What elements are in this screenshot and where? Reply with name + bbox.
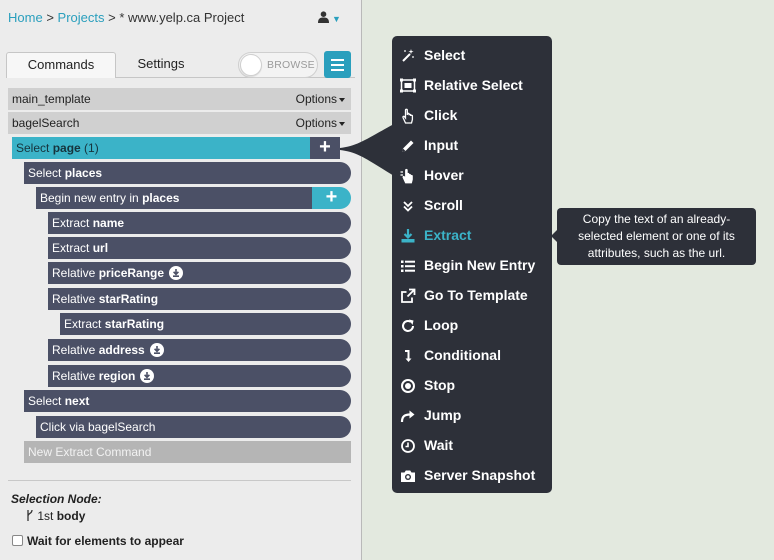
menu-item-jump[interactable]: Jump	[400, 405, 550, 425]
menu-item-conditional[interactable]: Conditional	[400, 345, 550, 365]
command-begin-entry[interactable]: Begin new entry in places	[36, 187, 322, 209]
command-select-places[interactable]: Select places	[24, 162, 351, 184]
selection-node-value: 1st body	[26, 509, 85, 523]
menu-item-go-to-template[interactable]: Go To Template	[400, 285, 550, 305]
wait-checkbox[interactable]	[12, 535, 23, 546]
relative-select-icon	[400, 78, 416, 93]
menu-item-stop[interactable]: Stop	[400, 375, 550, 395]
stop-icon	[401, 379, 415, 393]
command-select-page[interactable]: Select page (1)	[12, 137, 310, 159]
breadcrumb-separator: >	[108, 10, 116, 25]
divider	[8, 480, 351, 481]
command-relative-address[interactable]: Relative address	[48, 339, 351, 361]
command-type-menu: Select Relative Select Click Input Hover…	[392, 36, 552, 493]
selection-node-title: Selection Node:	[11, 492, 102, 506]
template-row[interactable]: main_template Options	[8, 88, 351, 110]
menu-item-begin-new-entry[interactable]: Begin New Entry	[400, 255, 550, 275]
list-icon	[401, 260, 415, 272]
double-chevron-down-icon	[403, 201, 413, 212]
loop-icon	[402, 319, 414, 332]
popup-connector	[340, 124, 394, 176]
hamburger-icon	[331, 59, 344, 61]
template-name: bagelSearch	[12, 116, 80, 130]
browse-toggle[interactable]: BROWSE	[238, 52, 318, 78]
menu-item-input[interactable]: Input	[400, 135, 550, 155]
node-branch-icon	[27, 509, 33, 521]
download-badge-icon[interactable]	[169, 266, 184, 280]
download-badge-icon[interactable]	[149, 343, 164, 357]
command-relative-pricerange[interactable]: Relative priceRange	[48, 262, 351, 284]
add-command-button[interactable]: +	[312, 187, 351, 209]
menu-item-scroll[interactable]: Scroll	[400, 195, 550, 215]
breadcrumb: Home > Projects > * www.yelp.ca Project	[8, 10, 244, 25]
camera-icon	[401, 470, 415, 482]
command-extract-name[interactable]: Extract name	[48, 212, 351, 234]
menu-item-wait[interactable]: Wait	[400, 435, 550, 455]
menu-item-select[interactable]: Select	[400, 45, 550, 65]
new-extract-command-placeholder[interactable]: New Extract Command	[24, 441, 351, 463]
share-arrow-icon	[400, 410, 415, 423]
external-link-icon	[401, 288, 416, 303]
command-click-via[interactable]: Click via bagelSearch	[36, 416, 351, 438]
menu-item-hover[interactable]: Hover	[400, 165, 550, 185]
template-name: main_template	[12, 92, 91, 106]
magic-wand-icon	[402, 49, 414, 62]
chevron-down-icon: ▼	[332, 14, 341, 24]
menu-item-click[interactable]: Click	[400, 105, 550, 125]
breadcrumb-separator: >	[46, 10, 54, 25]
wait-checkbox-label: Wait for elements to appear	[27, 534, 184, 548]
hamburger-menu-button[interactable]	[324, 51, 351, 78]
command-relative-starrating[interactable]: Relative starRating	[48, 288, 351, 310]
tab-settings[interactable]: Settings	[116, 52, 206, 78]
clock-icon	[401, 439, 415, 453]
download-badge-icon[interactable]	[140, 369, 155, 383]
download-icon	[401, 229, 415, 243]
template-row[interactable]: bagelSearch Options	[8, 112, 351, 134]
toggle-knob	[240, 54, 262, 76]
template-options-dropdown[interactable]: Options	[296, 88, 345, 110]
left-panel: Home > Projects > * www.yelp.ca Project …	[0, 0, 362, 560]
command-relative-region[interactable]: Relative region	[48, 365, 351, 387]
menu-item-extract[interactable]: Extract	[400, 225, 550, 245]
caret-down-icon	[339, 97, 345, 102]
menu-item-relative-select[interactable]: Relative Select	[400, 75, 550, 95]
tooltip-text: Copy the text of an already-selected ele…	[578, 212, 735, 260]
wait-for-elements-option[interactable]: Wait for elements to appear	[12, 534, 184, 548]
conditional-arrow-icon	[405, 350, 412, 362]
breadcrumb-project-title: * www.yelp.ca Project	[119, 10, 245, 25]
extract-tooltip: Copy the text of an already-selected ele…	[551, 208, 756, 265]
command-select-next[interactable]: Select next	[24, 390, 351, 412]
command-extract-starrating[interactable]: Extract starRating	[60, 313, 351, 335]
command-extract-url[interactable]: Extract url	[48, 237, 351, 259]
pointer-hand-icon	[402, 108, 414, 124]
add-command-button[interactable]: +	[310, 137, 340, 159]
user-menu[interactable]: ▼	[318, 10, 341, 25]
browse-toggle-label: BROWSE	[267, 59, 315, 71]
menu-item-loop[interactable]: Loop	[400, 315, 550, 335]
tab-commands[interactable]: Commands	[6, 52, 116, 78]
tooltip-arrow	[551, 230, 557, 242]
breadcrumb-projects[interactable]: Projects	[58, 10, 105, 25]
hover-hand-icon	[400, 168, 413, 184]
menu-item-server-snapshot[interactable]: Server Snapshot	[400, 465, 550, 485]
pencil-icon	[402, 140, 414, 152]
user-icon	[318, 11, 329, 23]
breadcrumb-home[interactable]: Home	[8, 10, 43, 25]
tab-bar: Commands Settings	[6, 52, 206, 78]
